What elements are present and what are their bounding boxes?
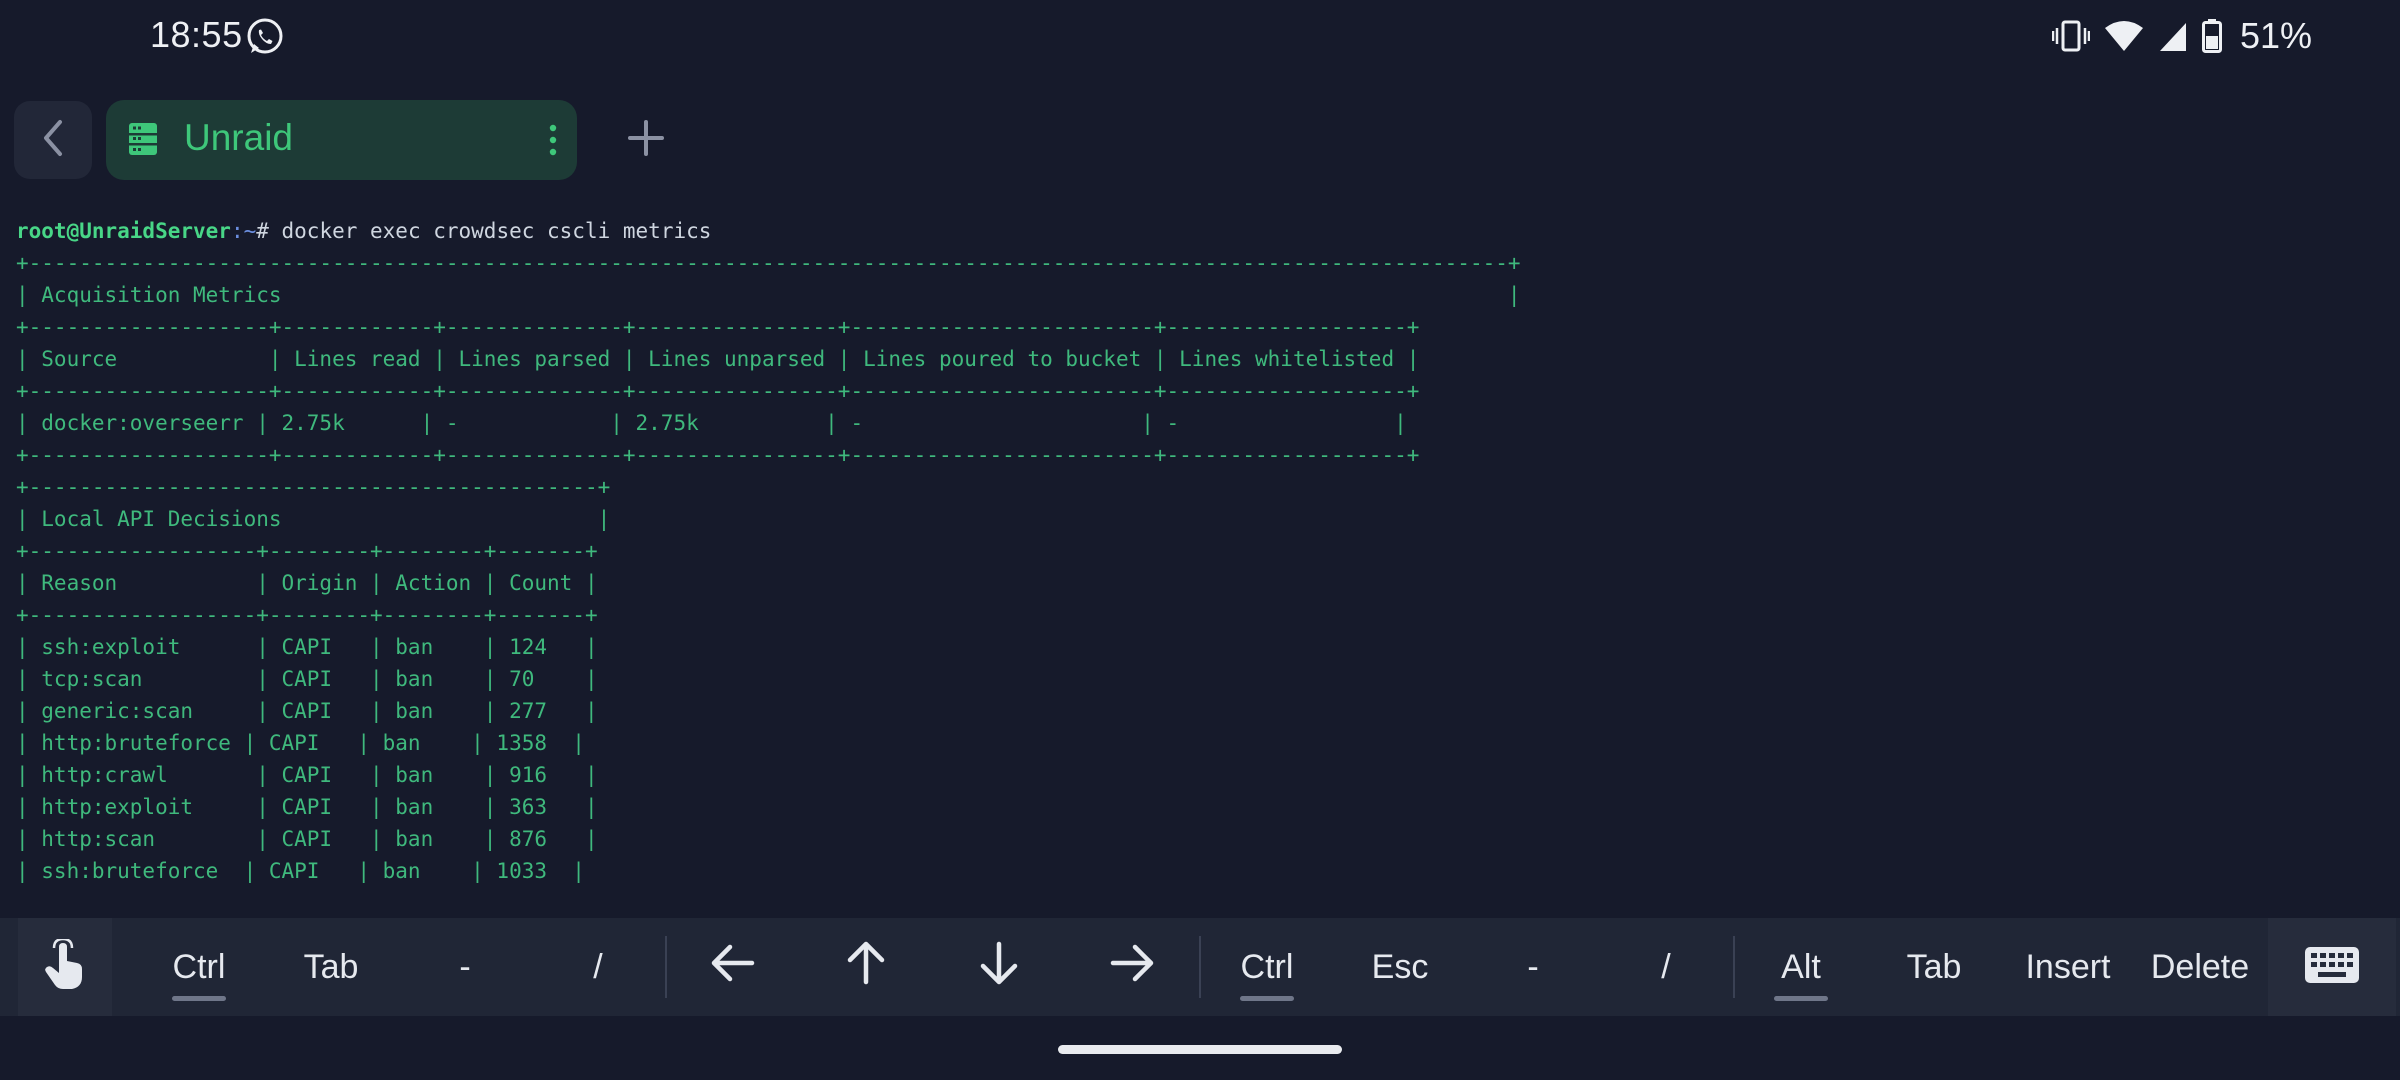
key-tab-2[interactable]: Tab: [1887, 918, 1981, 1016]
terminal-line: | Source | Lines read | Lines parsed | L…: [16, 347, 1420, 371]
terminal-prompt-line: root@UnraidServer:~# docker exec crowdse…: [16, 215, 2386, 247]
key-slash-2[interactable]: /: [1619, 918, 1713, 1016]
key-arrow-up[interactable]: [819, 918, 913, 1016]
key-esc[interactable]: Esc: [1353, 918, 1447, 1016]
terminal-line: | Reason | Origin | Action | Count |: [16, 571, 598, 595]
terminal-line: +-------------------+------------+------…: [16, 315, 1420, 339]
key-arrow-down[interactable]: [952, 918, 1046, 1016]
key-alt[interactable]: Alt: [1754, 918, 1848, 1016]
terminal-line: +---------------------------------------…: [16, 251, 1521, 275]
terminal-line: | Local API Decisions |: [16, 507, 611, 531]
terminal-line: +-------------------+------------+------…: [16, 379, 1420, 403]
terminal-line: +---------------------------------------…: [16, 475, 611, 499]
keyboard-icon: [2304, 946, 2360, 989]
battery-percent: 51%: [2239, 15, 2312, 56]
extra-keys-bar: Ctrl Tab - / Ctrl Esc - / Alt Tab Insert…: [0, 918, 2400, 1016]
battery-icon: [2201, 19, 2222, 53]
system-status-icons: 51%: [2051, 14, 2312, 58]
touch-hand-icon: [43, 937, 87, 996]
touch-mode-button[interactable]: [18, 918, 112, 1016]
arrow-down-icon: [978, 940, 1020, 995]
wifi-icon: [2104, 20, 2144, 52]
key-separator: [1199, 936, 1201, 998]
terminal-line: | docker:overseerr | 2.75k | - | 2.75k |…: [16, 411, 1407, 435]
terminal-output[interactable]: root@UnraidServer:~# docker exec crowdse…: [16, 215, 2386, 905]
terminal-line: | ssh:bruteforce | CAPI | ban | 1033 |: [16, 859, 585, 883]
terminal-line: | ssh:exploit | CAPI | ban | 124 |: [16, 635, 598, 659]
terminal-line: +------------------+--------+--------+--…: [16, 603, 598, 627]
terminal-line: | generic:scan | CAPI | ban | 277 |: [16, 699, 598, 723]
more-vertical-icon[interactable]: [547, 122, 559, 158]
prompt-user-host: root@UnraidServer: [16, 219, 231, 243]
cell-signal-icon: [2158, 20, 2188, 52]
arrow-up-icon: [845, 940, 887, 995]
vibrate-icon: [2051, 19, 2090, 53]
key-delete[interactable]: Delete: [2142, 918, 2258, 1016]
arrow-left-icon: [710, 943, 756, 992]
key-tab[interactable]: Tab: [284, 918, 378, 1016]
key-separator: [1733, 936, 1735, 998]
key-ctrl[interactable]: Ctrl: [152, 918, 246, 1016]
whatsapp-icon: [245, 17, 285, 57]
key-ctrl-2[interactable]: Ctrl: [1220, 918, 1314, 1016]
prompt-path: :~: [230, 219, 257, 243]
keyboard-toggle-button[interactable]: [2268, 918, 2396, 1016]
status-bar: 18:55 51%: [0, 0, 2400, 72]
prompt-command: # docker exec crowdsec cscli metrics: [256, 219, 712, 243]
chevron-left-icon: [38, 118, 68, 163]
terminal-line: | http:bruteforce | CAPI | ban | 1358 |: [16, 731, 585, 755]
key-dash-2[interactable]: -: [1486, 918, 1580, 1016]
key-separator: [665, 936, 667, 998]
terminal-line: | Acquisition Metrics |: [16, 283, 1521, 307]
terminal-line: +-------------------+------------+------…: [16, 443, 1420, 467]
key-arrow-right[interactable]: [1085, 918, 1179, 1016]
terminal-line: +------------------+--------+--------+--…: [16, 539, 598, 563]
terminal-line: | http:crawl | CAPI | ban | 916 |: [16, 763, 598, 787]
status-time: 18:55: [150, 14, 243, 55]
terminal-line: | http:exploit | CAPI | ban | 363 |: [16, 795, 598, 819]
terminal-line: | http:scan | CAPI | ban | 876 |: [16, 827, 598, 851]
back-button[interactable]: [14, 101, 92, 179]
tab-unraid[interactable]: Unraid: [106, 100, 577, 180]
plus-icon[interactable]: [620, 112, 672, 164]
arrow-right-icon: [1109, 943, 1155, 992]
key-arrow-left[interactable]: [686, 918, 780, 1016]
key-insert[interactable]: Insert: [2012, 918, 2124, 1016]
terminal-line: | tcp:scan | CAPI | ban | 70 |: [16, 667, 598, 691]
tab-label: Unraid: [184, 117, 293, 158]
gesture-home-bar[interactable]: [1058, 1045, 1342, 1054]
server-icon: [128, 122, 158, 161]
key-slash[interactable]: /: [551, 918, 645, 1016]
key-dash[interactable]: -: [418, 918, 512, 1016]
